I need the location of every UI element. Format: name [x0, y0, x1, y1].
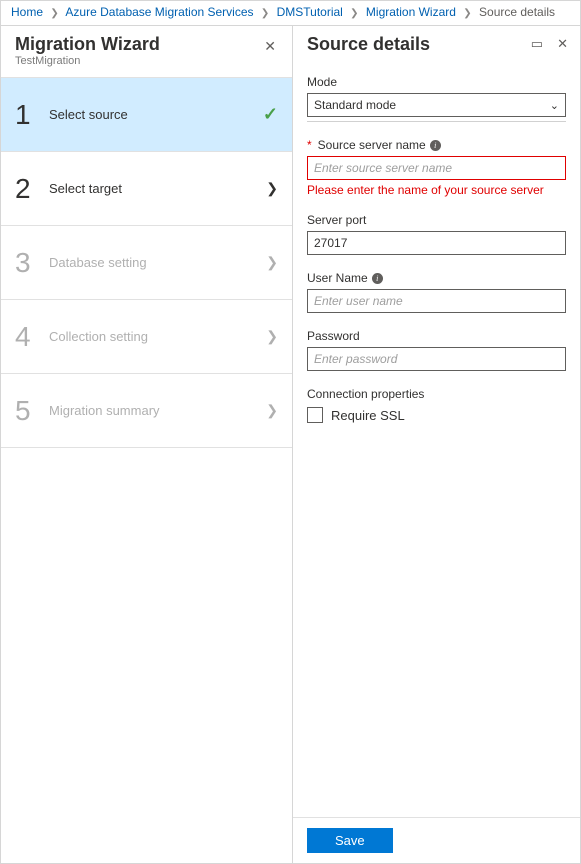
username-input[interactable] [307, 289, 566, 313]
server-port-input[interactable] [307, 231, 566, 255]
source-server-error: Please enter the name of your source ser… [307, 183, 566, 197]
details-pane: Source details ▭ ✕ Mode Standard mode ⌄ … [293, 25, 580, 863]
mode-select[interactable]: Standard mode ⌄ [307, 93, 566, 117]
breadcrumb-current: Source details [479, 5, 555, 19]
require-ssl-label: Require SSL [331, 408, 405, 423]
close-icon[interactable]: ✕ [557, 36, 568, 52]
info-icon[interactable]: i [430, 140, 441, 151]
close-icon[interactable]: ✕ [260, 36, 280, 57]
step-number: 5 [15, 395, 45, 427]
left-header: Migration Wizard TestMigration ✕ [1, 26, 292, 78]
check-icon: ✓ [263, 104, 278, 125]
footer: Save [293, 817, 580, 863]
step-number: 4 [15, 321, 45, 353]
step-select-target[interactable]: 2 Select target ❯ [1, 152, 292, 226]
chevron-right-icon: ❯ [350, 8, 358, 19]
step-label: Database setting [49, 255, 266, 270]
connection-properties-label: Connection properties [307, 387, 566, 401]
step-number: 3 [15, 247, 45, 279]
divider [307, 121, 566, 122]
source-server-input[interactable] [307, 156, 566, 180]
password-label: Password [307, 329, 566, 343]
step-database-setting[interactable]: 3 Database setting ❯ [1, 226, 292, 300]
required-icon: * [307, 138, 312, 152]
mode-value: Standard mode [314, 98, 396, 112]
chevron-right-icon: ❯ [266, 402, 278, 419]
right-header: Source details ▭ ✕ [293, 26, 580, 65]
username-label: User Name i [307, 271, 566, 285]
breadcrumb: Home ❯ Azure Database Migration Services… [1, 1, 580, 25]
step-migration-summary[interactable]: 5 Migration summary ❯ [1, 374, 292, 448]
breadcrumb-link-home[interactable]: Home [11, 5, 43, 19]
source-form: Mode Standard mode ⌄ * Source server nam… [293, 65, 580, 817]
require-ssl-checkbox[interactable] [307, 407, 323, 423]
step-label: Select source [49, 107, 263, 122]
chevron-right-icon: ❯ [266, 180, 278, 197]
breadcrumb-link-wizard[interactable]: Migration Wizard [366, 5, 456, 19]
source-server-label: * Source server name i [307, 138, 566, 152]
save-button[interactable]: Save [307, 828, 393, 853]
step-label: Select target [49, 181, 266, 196]
chevron-down-icon: ⌄ [550, 99, 559, 112]
chevron-right-icon: ❯ [261, 8, 269, 19]
step-label: Collection setting [49, 329, 266, 344]
breadcrumb-link-adms[interactable]: Azure Database Migration Services [65, 5, 253, 19]
breadcrumb-link-dmstutorial[interactable]: DMSTutorial [277, 5, 343, 19]
step-select-source[interactable]: 1 Select source ✓ [1, 78, 292, 152]
step-number: 1 [15, 99, 45, 131]
mode-label: Mode [307, 75, 566, 89]
restore-icon[interactable]: ▭ [531, 36, 543, 52]
step-collection-setting[interactable]: 4 Collection setting ❯ [1, 300, 292, 374]
password-input[interactable] [307, 347, 566, 371]
chevron-right-icon: ❯ [266, 328, 278, 345]
page-title: Migration Wizard [15, 34, 278, 55]
chevron-right-icon: ❯ [463, 8, 471, 19]
port-label: Server port [307, 213, 566, 227]
chevron-right-icon: ❯ [266, 254, 278, 271]
wizard-steps-pane: Migration Wizard TestMigration ✕ 1 Selec… [1, 25, 293, 863]
info-icon[interactable]: i [372, 273, 383, 284]
details-title: Source details [307, 34, 566, 55]
chevron-right-icon: ❯ [50, 8, 58, 19]
page-subtitle: TestMigration [15, 55, 278, 67]
step-number: 2 [15, 173, 45, 205]
step-label: Migration summary [49, 403, 266, 418]
